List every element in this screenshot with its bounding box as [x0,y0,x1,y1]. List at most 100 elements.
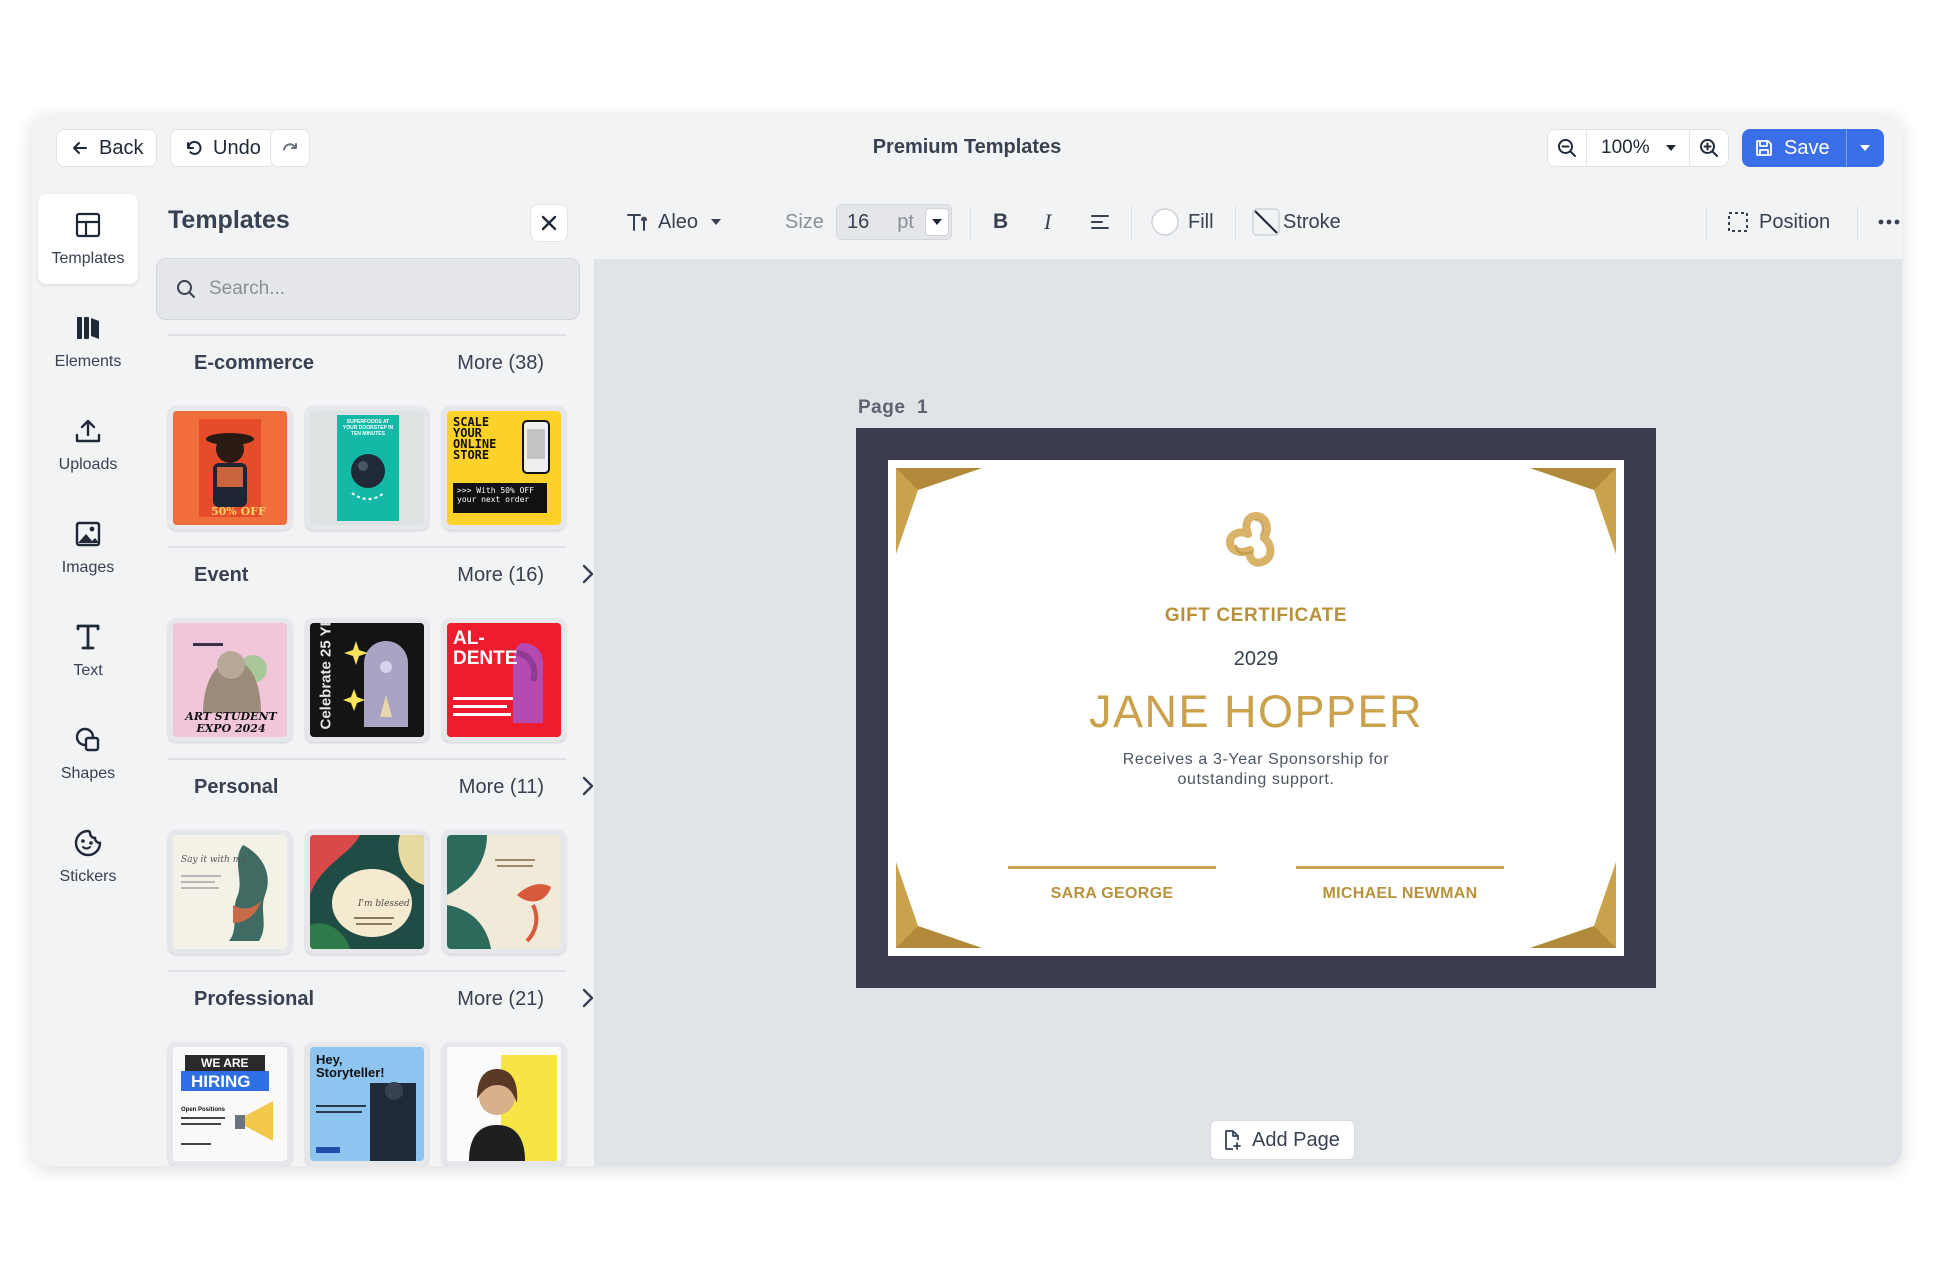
template-thumbnail[interactable]: ART STUDENT EXPO 2024 [168,618,292,742]
position-button[interactable]: Position [1727,184,1830,260]
signature-line[interactable] [1296,866,1504,869]
rail-item-images[interactable]: Images [38,503,138,593]
thumbnail-caption: >>> With 50% OFF your next order [457,486,535,504]
template-thumbnail[interactable] [442,830,566,954]
more-link[interactable]: More (21) [457,988,544,1011]
signature-line[interactable] [1008,866,1216,869]
more-options-button[interactable] [1878,184,1900,260]
template-thumbnail[interactable]: WE ARE HIRING Open Positions [168,1042,292,1166]
rail-item-shapes[interactable]: Shapes [38,709,138,799]
image-icon [73,519,103,549]
rail-item-uploads[interactable]: Uploads [38,400,138,490]
chevron-right-icon [582,776,594,796]
add-page-label: Add Page [1252,1128,1340,1151]
certificate-paper: GIFT CERTIFICATE 2029 JANE HOPPER Receiv… [888,460,1624,956]
caret-down-icon [931,218,943,226]
back-button[interactable]: Back [56,129,158,167]
template-thumbnail[interactable]: 50% OFF [168,406,292,530]
template-thumbnail[interactable]: Celebrate 25 YEARS [305,618,429,742]
template-thumbnail[interactable]: SUPERFOODS AT YOUR DOORSTEP IN TEN MINUT… [305,406,429,530]
corner-ornament-icon[interactable] [1530,862,1616,948]
zoom-in-button[interactable] [1690,130,1728,166]
zoom-out-button[interactable] [1548,130,1586,166]
size-dropdown-button[interactable] [925,208,949,236]
stroke-button[interactable]: Stroke [1251,184,1341,260]
save-button[interactable]: Save [1742,129,1846,167]
size-unit: pt [897,210,914,233]
add-page-icon [1221,1129,1243,1151]
thumbnail-caption: Celebrate 25 YEARS [317,623,335,730]
template-thumbnail[interactable] [442,1042,566,1166]
canvas-area: Page 1 GIFT CERTIFICATE 2029 JANE HOPPER… [594,260,1902,1166]
certificate-year[interactable]: 2029 [888,648,1624,671]
undo-button[interactable]: Undo [170,129,275,167]
rail-item-stickers[interactable]: Stickers [38,812,138,902]
search-input[interactable] [209,278,569,300]
thumbnail-art: Celebrate 25 YEARS [310,623,424,737]
corner-ornament-icon[interactable] [896,862,982,948]
rail-item-text[interactable]: Text [38,606,138,696]
rail-label: Text [73,662,103,679]
search-box [156,258,580,320]
zoom-in-icon [1698,137,1720,159]
template-thumbnail[interactable]: Hey, Storyteller! [305,1042,429,1166]
template-thumbnail[interactable]: AL- DENTE [442,618,566,742]
section-divider [168,546,566,548]
font-select[interactable]: Aleo [626,184,722,260]
thumbnail-caption: SCALE YOUR ONLINE STORE [453,415,497,462]
signer-name[interactable]: MICHAEL NEWMAN [1296,885,1504,903]
certificate-title[interactable]: GIFT CERTIFICATE [888,605,1624,627]
close-panel-button[interactable] [530,204,568,242]
font-size-input[interactable]: 16 pt [836,204,952,240]
more-horizontal-icon [1878,219,1900,225]
toolbar-divider [1131,206,1132,240]
corner-ornament-icon[interactable] [1530,468,1616,554]
upload-icon [73,416,103,446]
redo-button[interactable] [270,129,310,167]
description-line: outstanding support. [1177,771,1335,788]
save-group: Save [1742,129,1884,167]
rail-item-templates[interactable]: Templates [38,194,138,284]
position-label: Position [1759,210,1831,233]
align-button[interactable] [1090,184,1110,260]
rail-label: Stickers [59,868,117,885]
tool-rail: Templates Elements Uploads Images Text S… [32,184,146,1166]
section-name: E-commerce [194,352,315,374]
add-page-button[interactable]: Add Page [1210,1120,1355,1160]
thumbnail-art: 50% OFF [173,411,287,525]
more-link[interactable]: More (38) [457,352,544,375]
section-divider [168,970,566,972]
thumbnail-caption: ART STUDENT EXPO 2024 [185,710,277,735]
zoom-control: 100% [1547,129,1729,167]
editor-window: Back Undo Premium Templates 100% Save Te… [32,114,1902,1166]
more-link[interactable]: More (16) [457,564,544,587]
text-icon [73,622,103,652]
size-label: Size [785,210,824,233]
rail-label: Uploads [58,456,118,473]
fill-label: Fill [1188,210,1214,233]
template-thumbnail[interactable]: SCALE YOUR ONLINE STORE >>> With 50% OFF… [442,406,566,530]
save-options-button[interactable] [1845,129,1884,167]
certificate-description[interactable]: Receives a 3-Year Sponsorship for outsta… [888,750,1624,790]
fill-button[interactable]: Fill [1150,184,1214,260]
thumbnail-caption: I'm blessed [358,899,410,909]
section-divider [168,334,566,336]
certificate-recipient[interactable]: JANE HOPPER [888,686,1624,738]
signer-name[interactable]: SARA GEORGE [1008,885,1216,903]
more-link[interactable]: More (11) [459,776,544,799]
corner-ornament-icon[interactable] [896,468,982,554]
template-thumbnail[interactable]: Say it with me [168,830,292,954]
sticker-icon [73,828,103,858]
bold-button[interactable]: B [993,184,1008,260]
fill-swatch-icon [1150,207,1180,237]
rail-item-elements[interactable]: Elements [38,297,138,387]
thumbnail-caption: AL- DENTE [453,628,518,669]
template-thumbnail[interactable]: I'm blessed [305,830,429,954]
chevron-right-icon [582,564,594,584]
thumbnail-art: SUPERFOODS AT YOUR DOORSTEP IN TEN MINUT… [310,411,424,525]
certificate-page[interactable]: GIFT CERTIFICATE 2029 JANE HOPPER Receiv… [856,428,1656,988]
italic-button[interactable]: I [1044,184,1051,260]
zoom-select[interactable]: 100% [1586,130,1690,166]
knot-logo-icon[interactable] [1222,506,1290,572]
templates-icon [73,210,103,240]
